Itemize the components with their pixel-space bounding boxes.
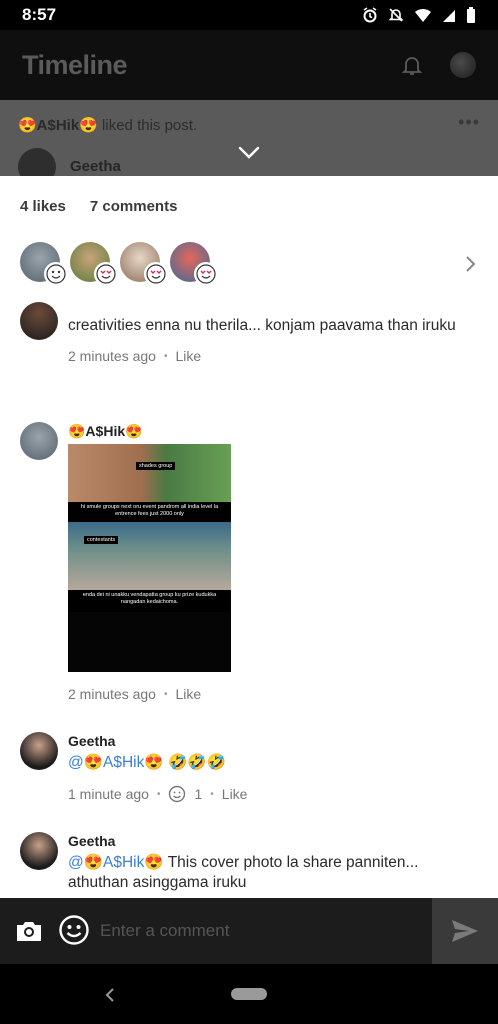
comment-meta: 1 minute ago • 1 • Like [68, 785, 478, 803]
comment-input[interactable] [100, 916, 420, 946]
meme-caption-1: hi smule groups next oru event pandrom a… [68, 502, 231, 522]
meme-panel-mid [68, 522, 231, 590]
liker-avatar[interactable] [20, 242, 68, 286]
like-button[interactable]: Like [222, 786, 248, 802]
commenter-name[interactable]: Geetha [68, 732, 478, 750]
comment-time: 1 minute ago [68, 786, 149, 802]
status-time: 8:57 [22, 5, 57, 24]
mention-link[interactable]: @😍A$Hik😍 [68, 754, 164, 771]
comments-count[interactable]: 7 comments [90, 198, 178, 215]
comments-sheet: 4 likes 7 comments creativities enna nu … [0, 176, 498, 898]
more-options-icon[interactable]: ••• [458, 112, 480, 133]
send-icon [452, 920, 478, 942]
comment-meta: 2 minutes ago • Like [68, 686, 478, 702]
comment-text-body: 🤣🤣🤣 [163, 754, 226, 771]
commenter-avatar[interactable] [20, 302, 58, 340]
meme-tag-top: shades group [136, 462, 176, 470]
like-button[interactable]: Like [175, 686, 201, 702]
liked-text: liked this post. [102, 117, 198, 134]
status-icons [362, 7, 476, 23]
mention-link[interactable]: @😍A$Hik😍 [68, 854, 164, 871]
love-reaction-icon [44, 262, 68, 286]
signal-icon [443, 10, 455, 22]
mute-icon [388, 8, 404, 22]
comment-body: creativities enna nu therila... konjam p… [68, 316, 478, 364]
liked-user: 😍A$Hik😍 [18, 117, 98, 134]
home-pill[interactable] [231, 988, 267, 1000]
bell-icon[interactable] [400, 53, 424, 77]
background-post: 😍A$Hik😍 liked this post. ••• Geetha [0, 100, 498, 186]
liker-avatar[interactable] [170, 242, 218, 286]
meme-panel-top [68, 444, 231, 502]
meme-tag-mid: contestants [84, 536, 119, 544]
alarm-icon [363, 7, 377, 23]
timeline-header: Timeline [0, 30, 498, 100]
meta-separator: • [163, 350, 168, 362]
likers-row[interactable] [20, 242, 218, 286]
comment-meta: 2 minutes ago • Like [68, 348, 478, 364]
liker-avatar[interactable] [120, 242, 168, 286]
commenter-avatar[interactable] [20, 422, 58, 460]
like-button[interactable]: Like [175, 348, 201, 364]
smiley-reaction-icon[interactable] [168, 785, 186, 803]
meta-separator: • [163, 688, 168, 700]
comment-body: Geetha @😍A$Hik😍 This cover photo la shar… [68, 832, 478, 893]
status-bar: 8:57 [0, 0, 498, 30]
likes-count[interactable]: 4 likes [20, 198, 66, 215]
post-counts: 4 likes 7 comments [20, 198, 177, 215]
love-reaction-icon [94, 262, 118, 286]
profile-avatar[interactable] [450, 52, 476, 78]
comment-text: @😍A$Hik😍 This cover photo la share panni… [68, 853, 478, 893]
back-icon[interactable] [103, 986, 117, 1004]
chevron-right-icon[interactable] [464, 254, 478, 274]
liker-avatar[interactable] [70, 242, 118, 286]
send-button[interactable] [432, 898, 498, 964]
comment-body: 😍A$Hik😍 shades group hi smule groups nex… [68, 422, 478, 702]
commenter-name[interactable]: 😍A$Hik😍 [68, 422, 478, 440]
reaction-count: 1 [194, 786, 203, 802]
comment-text: creativities enna nu therila... konjam p… [68, 317, 456, 334]
meta-separator: • [210, 788, 214, 800]
commenter-avatar[interactable] [20, 732, 58, 770]
comment-time: 2 minutes ago [68, 348, 156, 364]
screen: 8:57 Timeline 😍A$Hik😍 liked this post. •… [0, 0, 498, 1024]
love-reaction-icon [144, 262, 168, 286]
commenter-avatar[interactable] [20, 832, 58, 870]
battery-icon [467, 7, 475, 23]
comment-text: @😍A$Hik😍 🤣🤣🤣 [68, 753, 478, 773]
wifi-icon [415, 8, 431, 22]
meta-separator: • [156, 788, 161, 800]
meme-caption-2: enda dei ni unakku vendapatta group ku p… [68, 590, 231, 612]
commenter-name[interactable]: Geetha [68, 832, 478, 850]
chevron-down-icon[interactable] [236, 144, 262, 162]
liked-notice: 😍A$Hik😍 liked this post. [18, 116, 197, 134]
comment-time: 2 minutes ago [68, 686, 156, 702]
comment-body: Geetha @😍A$Hik😍 🤣🤣🤣 1 minute ago • 1 • L… [68, 732, 478, 803]
love-reaction-icon [194, 262, 218, 286]
page-title: Timeline [22, 49, 128, 80]
camera-icon[interactable] [14, 918, 44, 944]
meme-image[interactable]: shades group hi smule groups next oru ev… [68, 444, 231, 672]
emoji-icon[interactable] [58, 914, 90, 946]
comment-composer [0, 898, 498, 964]
post-author: Geetha [70, 158, 121, 175]
